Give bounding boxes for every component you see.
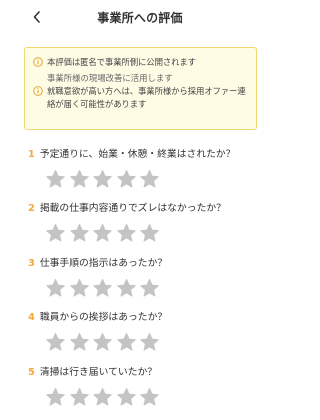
chevron-left-icon — [32, 10, 42, 24]
notice-item-anonymous: 本評価は匿名で事業所側に公開されます — [33, 56, 248, 69]
star-rating — [45, 168, 268, 189]
question-label: 5 清掃は行き届いていたか？ — [28, 366, 268, 380]
info-circle-icon — [33, 57, 43, 67]
star-icon[interactable] — [116, 168, 137, 189]
star-icon[interactable] — [45, 386, 66, 407]
info-circle-icon — [33, 86, 43, 96]
question-number: 1 — [28, 149, 35, 160]
question-item: 5 清掃は行き届いていたか？ — [28, 366, 268, 407]
star-icon[interactable] — [139, 331, 160, 352]
star-icon[interactable] — [69, 277, 90, 298]
star-icon[interactable] — [69, 222, 90, 243]
question-label: 3 仕事手順の指示はあったか？ — [28, 257, 268, 271]
question-text: 清掃は行き届いていたか？ — [39, 367, 158, 378]
question-number: 5 — [28, 367, 35, 378]
star-icon[interactable] — [69, 386, 90, 407]
question-number: 4 — [28, 312, 35, 323]
star-icon[interactable] — [92, 277, 113, 298]
star-icon[interactable] — [92, 331, 113, 352]
evaluation-screen: 事業所への評価 本評価は匿名で事業所側に公開されます 事業所様の現場改善に活用し… — [0, 0, 280, 420]
star-icon[interactable] — [116, 331, 137, 352]
notice-text: 就職意欲が高い方へは、事業所様から採用オファー連絡が届く可能性があります — [47, 86, 246, 109]
star-icon[interactable] — [45, 168, 66, 189]
star-icon[interactable] — [139, 168, 160, 189]
star-icon[interactable] — [92, 386, 113, 407]
question-text: 予定通りに、始業・休憩・終業はされたか？ — [39, 149, 236, 160]
page-title: 事業所への評価 — [97, 10, 183, 25]
notice-subtext: 事業所様の現場改善に活用します — [47, 73, 173, 83]
question-label: 4 職員からの挨拶はあったか？ — [28, 311, 268, 325]
question-item: 3 仕事手順の指示はあったか？ — [28, 257, 268, 298]
star-rating — [45, 222, 268, 243]
question-label: 2 掲載の仕事内容通りでズレはなかったか？ — [28, 202, 268, 216]
question-text: 掲載の仕事内容通りでズレはなかったか？ — [39, 203, 226, 214]
star-icon[interactable] — [45, 277, 66, 298]
star-rating — [45, 331, 268, 352]
star-icon[interactable] — [69, 331, 90, 352]
question-item: 1 予定通りに、始業・休憩・終業はされたか？ — [28, 148, 268, 189]
question-item: 2 掲載の仕事内容通りでズレはなかったか？ — [28, 202, 268, 243]
star-icon[interactable] — [139, 386, 160, 407]
star-icon[interactable] — [69, 168, 90, 189]
question-text: 仕事手順の指示はあったか？ — [39, 258, 168, 269]
star-icon[interactable] — [116, 277, 137, 298]
star-icon[interactable] — [92, 168, 113, 189]
question-text: 職員からの挨拶はあったか？ — [39, 312, 168, 323]
question-number: 2 — [28, 203, 35, 214]
star-icon[interactable] — [92, 222, 113, 243]
star-rating — [45, 386, 268, 407]
question-label: 1 予定通りに、始業・休憩・終業はされたか？ — [28, 148, 268, 162]
star-icon[interactable] — [45, 222, 66, 243]
question-item: 4 職員からの挨拶はあったか？ — [28, 311, 268, 352]
star-icon[interactable] — [116, 386, 137, 407]
header: 事業所への評価 — [0, 0, 280, 34]
notice-box: 本評価は匿名で事業所側に公開されます 事業所様の現場改善に活用します 就職意欲が… — [24, 47, 257, 130]
notice-text: 本評価は匿名で事業所側に公開されます — [47, 57, 196, 67]
star-icon[interactable] — [139, 222, 160, 243]
star-icon[interactable] — [139, 277, 160, 298]
back-button[interactable] — [28, 7, 46, 27]
question-number: 3 — [28, 258, 35, 269]
notice-item-offer: 就職意欲が高い方へは、事業所様から採用オファー連絡が届く可能性があります — [33, 85, 248, 111]
star-icon[interactable] — [45, 331, 66, 352]
star-rating — [45, 277, 268, 298]
star-icon[interactable] — [116, 222, 137, 243]
